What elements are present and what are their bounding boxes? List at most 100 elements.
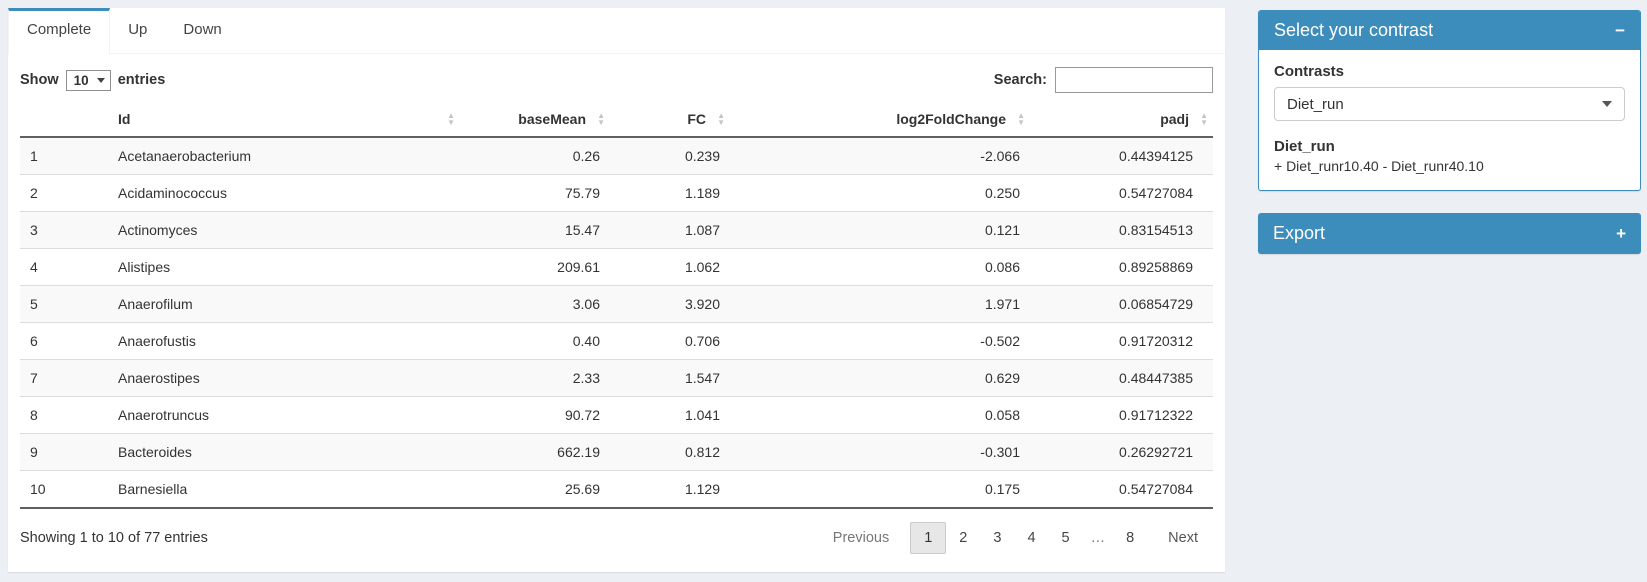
cell-padj: 0.48447385	[1030, 360, 1213, 397]
header-padj-label: padj	[1160, 111, 1189, 127]
cell-fc: 0.812	[610, 434, 730, 471]
cell-padj: 0.91712322	[1030, 397, 1213, 434]
cell-fc: 0.706	[610, 323, 730, 360]
pagination-page-5[interactable]: 5	[1049, 523, 1083, 553]
export-box-title: Export	[1273, 223, 1325, 244]
cell-rownum: 9	[20, 434, 108, 471]
cell-log2foldchange: 0.175	[730, 471, 1030, 509]
table-row[interactable]: 8 Anaerotruncus 90.72 1.041 0.058 0.9171…	[20, 397, 1213, 434]
cell-log2foldchange: 0.121	[730, 212, 1030, 249]
header-id-label: Id	[118, 111, 130, 127]
tab-down[interactable]: Down	[165, 8, 239, 53]
cell-rownum: 6	[20, 323, 108, 360]
sort-icon	[1017, 112, 1025, 126]
cell-basemean: 0.40	[460, 323, 610, 360]
cell-log2foldchange: 0.629	[730, 360, 1030, 397]
table-header-row: Id baseMean FC log2FoldChange padj	[20, 102, 1213, 137]
contrast-box: Select your contrast − Contrasts Diet_ru…	[1258, 10, 1641, 191]
expand-icon[interactable]: +	[1616, 225, 1626, 242]
header-log2foldchange[interactable]: log2FoldChange	[730, 102, 1030, 137]
header-fc[interactable]: FC	[610, 102, 730, 137]
results-table: Id baseMean FC log2FoldChange padj 1 Ace…	[20, 102, 1213, 509]
cell-log2foldchange: 1.971	[730, 286, 1030, 323]
header-fc-label: FC	[687, 111, 706, 127]
cell-fc: 3.920	[610, 286, 730, 323]
table-row[interactable]: 6 Anaerofustis 0.40 0.706 -0.502 0.91720…	[20, 323, 1213, 360]
cell-padj: 0.54727084	[1030, 175, 1213, 212]
header-basemean-label: baseMean	[518, 111, 586, 127]
cell-log2foldchange: -2.066	[730, 137, 1030, 175]
table-row[interactable]: 1 Acetanaerobacterium 0.26 0.239 -2.066 …	[20, 137, 1213, 175]
header-padj[interactable]: padj	[1030, 102, 1213, 137]
table-row[interactable]: 5 Anaerofilum 3.06 3.920 1.971 0.0685472…	[20, 286, 1213, 323]
cell-rownum: 5	[20, 286, 108, 323]
pagination-page-1[interactable]: 1	[910, 522, 946, 554]
header-log2foldchange-label: log2FoldChange	[896, 111, 1006, 127]
contrasts-select[interactable]: Diet_run	[1274, 87, 1625, 121]
pagination-next[interactable]: Next	[1155, 523, 1211, 553]
cell-rownum: 10	[20, 471, 108, 509]
cell-padj: 0.06854729	[1030, 286, 1213, 323]
table-row[interactable]: 2 Acidaminococcus 75.79 1.189 0.250 0.54…	[20, 175, 1213, 212]
results-card: Complete Up Down Show 10 entries Search:…	[8, 8, 1225, 572]
search-input[interactable]	[1055, 67, 1213, 93]
search-label: Search:	[994, 72, 1047, 88]
export-box: Export +	[1258, 213, 1641, 254]
pagination-page-4[interactable]: 4	[1014, 523, 1048, 553]
cell-fc: 1.041	[610, 397, 730, 434]
cell-padj: 0.83154513	[1030, 212, 1213, 249]
contrasts-select-value: Diet_run	[1287, 96, 1344, 113]
collapse-icon[interactable]: −	[1615, 22, 1625, 39]
cell-basemean: 2.33	[460, 360, 610, 397]
table-row[interactable]: 3 Actinomyces 15.47 1.087 0.121 0.831545…	[20, 212, 1213, 249]
show-label: Show	[20, 72, 59, 88]
header-id[interactable]: Id	[108, 102, 460, 137]
sidebar-panels: Select your contrast − Contrasts Diet_ru…	[1258, 10, 1641, 276]
table-row[interactable]: 4 Alistipes 209.61 1.062 0.086 0.8925886…	[20, 249, 1213, 286]
header-rownum	[20, 102, 108, 137]
cell-id: Anaerofilum	[108, 286, 460, 323]
search-control: Search:	[994, 67, 1213, 93]
sort-icon	[717, 112, 725, 126]
pagination-page-2[interactable]: 2	[946, 523, 980, 553]
cell-rownum: 1	[20, 137, 108, 175]
pagination-previous[interactable]: Previous	[820, 523, 902, 553]
contrast-box-body: Contrasts Diet_run Diet_run + Diet_runr1…	[1259, 50, 1640, 190]
cell-rownum: 8	[20, 397, 108, 434]
pagination-ellipsis: …	[1083, 523, 1114, 553]
pagination-page-3[interactable]: 3	[980, 523, 1014, 553]
chevron-down-icon	[1602, 101, 1612, 107]
cell-log2foldchange: -0.301	[730, 434, 1030, 471]
cell-id: Bacteroides	[108, 434, 460, 471]
sort-icon	[447, 112, 455, 126]
table-row[interactable]: 9 Bacteroides 662.19 0.812 -0.301 0.2629…	[20, 434, 1213, 471]
table-footer: Showing 1 to 10 of 77 entries Previous 1…	[8, 509, 1225, 554]
sort-icon	[1200, 112, 1208, 126]
pagination-page-8[interactable]: 8	[1113, 523, 1147, 553]
cell-fc: 1.547	[610, 360, 730, 397]
contrast-detail-formula: + Diet_runr10.40 - Diet_runr40.10	[1274, 158, 1625, 174]
cell-log2foldchange: 0.250	[730, 175, 1030, 212]
contrast-box-title: Select your contrast	[1274, 20, 1433, 41]
tab-up[interactable]: Up	[110, 8, 165, 53]
cell-id: Alistipes	[108, 249, 460, 286]
export-box-header[interactable]: Export +	[1258, 213, 1641, 254]
cell-fc: 1.087	[610, 212, 730, 249]
contrast-box-header[interactable]: Select your contrast −	[1259, 11, 1640, 50]
cell-rownum: 7	[20, 360, 108, 397]
cell-padj: 0.89258869	[1030, 249, 1213, 286]
cell-basemean: 90.72	[460, 397, 610, 434]
contrast-detail-title: Diet_run	[1274, 138, 1625, 155]
page-length-select[interactable]: 10	[66, 70, 111, 91]
cell-log2foldchange: 0.058	[730, 397, 1030, 434]
header-basemean[interactable]: baseMean	[460, 102, 610, 137]
pagination: Previous 1 2 3 4 5 … 8 Next	[820, 522, 1211, 554]
cell-fc: 1.189	[610, 175, 730, 212]
cell-id: Anaerostipes	[108, 360, 460, 397]
cell-fc: 1.062	[610, 249, 730, 286]
table-row[interactable]: 10 Barnesiella 25.69 1.129 0.175 0.54727…	[20, 471, 1213, 509]
table-row[interactable]: 7 Anaerostipes 2.33 1.547 0.629 0.484473…	[20, 360, 1213, 397]
tab-complete[interactable]: Complete	[8, 8, 110, 55]
cell-basemean: 15.47	[460, 212, 610, 249]
cell-rownum: 4	[20, 249, 108, 286]
